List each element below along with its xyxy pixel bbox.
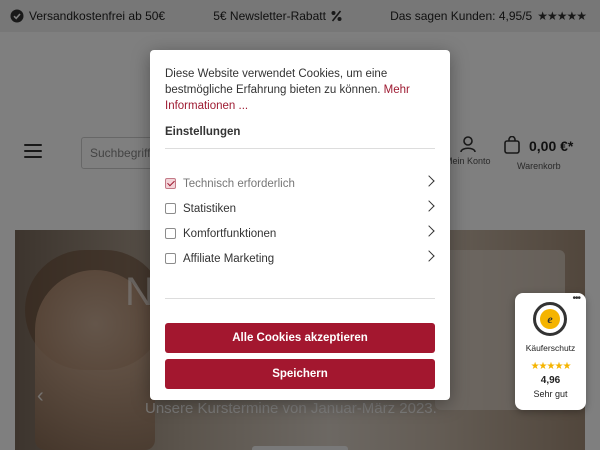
cookie-consent-modal: Diese Website verwendet Cookies, um eine… (150, 50, 450, 400)
chevron-right-icon[interactable] (423, 225, 435, 237)
rating-value: 4,96 (540, 375, 561, 386)
cookie-intro-text: Diese Website verwendet Cookies, um eine… (165, 68, 388, 96)
divider (165, 298, 435, 299)
chevron-right-icon[interactable] (423, 175, 435, 187)
chevron-right-icon[interactable] (423, 250, 435, 262)
option-technical[interactable]: Technisch erforderlich (165, 171, 435, 196)
option-label: Komfortfunktionen (183, 227, 277, 240)
checkbox-comfort[interactable] (165, 228, 176, 239)
checkbox-affiliate[interactable] (165, 253, 176, 264)
divider (165, 148, 435, 149)
chevron-right-icon[interactable] (423, 200, 435, 212)
trusted-shops-widget[interactable]: ••• e Käuferschutz ★★★★★ 4,96 Sehr gut (515, 293, 586, 410)
rating-stars-icon: ★★★★★ (530, 361, 572, 372)
trusted-shops-seal-icon: e (533, 302, 567, 336)
settings-title: Einstellungen (165, 126, 241, 138)
rating-quality: Sehr gut (533, 389, 568, 399)
buyer-protection-label: Käuferschutz (525, 343, 576, 353)
option-label: Affiliate Marketing (183, 252, 275, 265)
save-button[interactable]: Speichern (165, 359, 435, 389)
more-options-icon[interactable]: ••• (572, 293, 580, 304)
option-label: Technisch erforderlich (183, 177, 295, 190)
cookie-intro: Diese Website verwendet Cookies, um eine… (165, 66, 435, 114)
seal-letter: e (540, 309, 560, 329)
cookie-options: Technisch erforderlich Statistiken Komfo… (165, 171, 435, 271)
option-statistics[interactable]: Statistiken (165, 196, 435, 221)
option-affiliate[interactable]: Affiliate Marketing (165, 246, 435, 271)
option-label: Statistiken (183, 202, 237, 215)
checkbox-statistics[interactable] (165, 203, 176, 214)
accept-all-button[interactable]: Alle Cookies akzeptieren (165, 323, 435, 353)
checkbox-technical[interactable] (165, 178, 176, 189)
option-comfort[interactable]: Komfortfunktionen (165, 221, 435, 246)
